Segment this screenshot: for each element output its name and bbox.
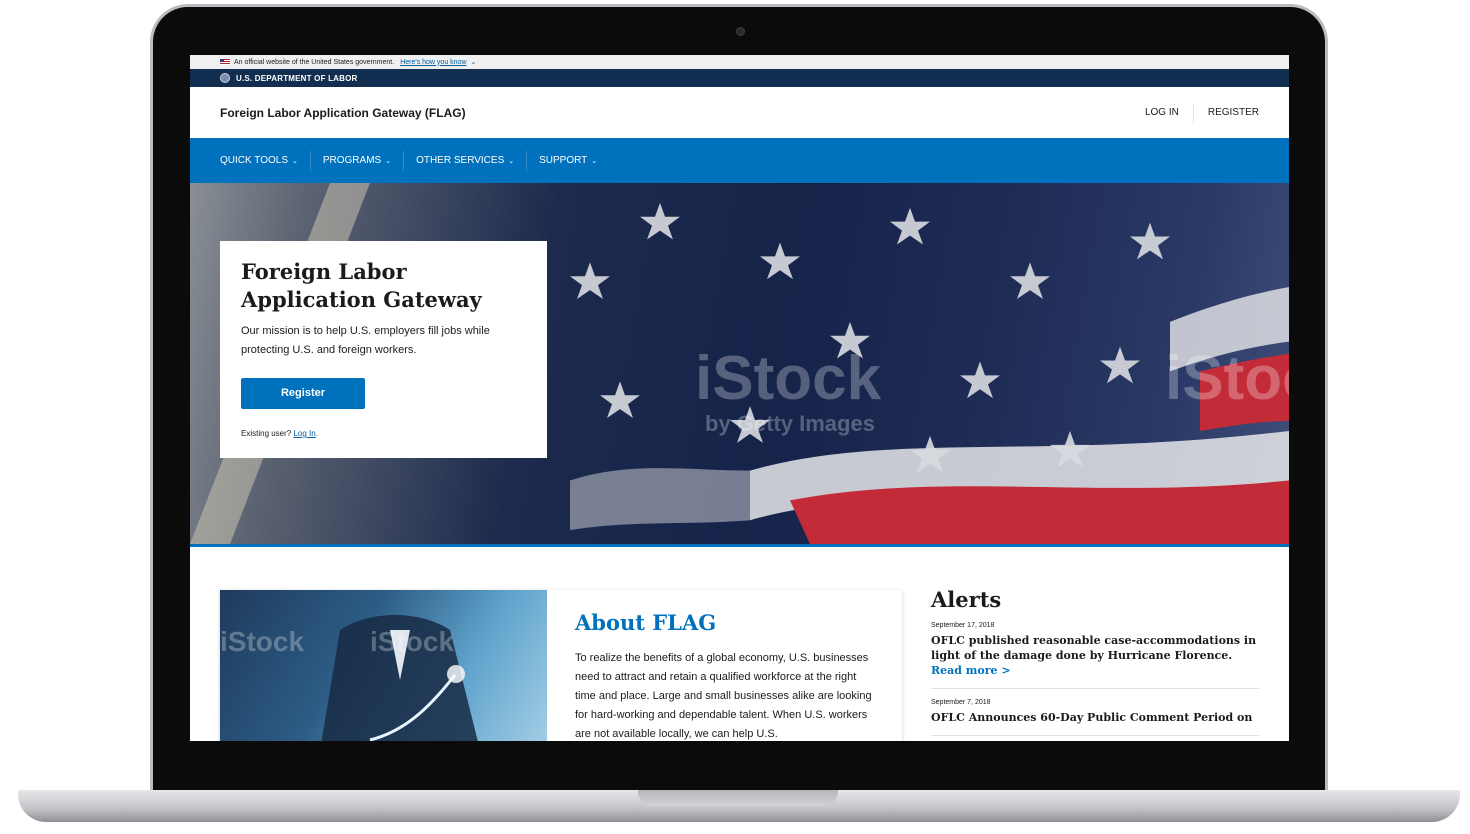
nav-label: QUICK TOOLS [220,155,288,166]
dol-seal-icon [220,73,230,83]
about-image: iStock iStock [220,590,547,741]
gov-banner-text: An official website of the United States… [234,58,395,66]
alert-body: OFLC Announces 60-Day Public Comment Per… [931,711,1253,724]
hero-title: Foreign Labor Application Gateway [241,258,526,314]
existing-user-suffix: . [315,429,318,438]
camera-icon [736,27,745,36]
us-flag-icon [220,59,230,65]
alert-body: OFLC published reasonable case-accommoda… [931,634,1257,662]
main-nav: QUICK TOOLS ⌄ PROGRAMS ⌄ OTHER SERVICES ⌄ S… [190,138,1289,183]
existing-user-prefix: Existing user? [241,429,292,438]
businessman-image [321,615,478,741]
watermark-sub: by Getty Images [705,411,875,436]
agency-bar: U.S. DEPARTMENT OF LABOR [190,69,1289,87]
hero-login-link[interactable]: Log In [293,429,315,438]
nav-label: OTHER SERVICES [416,155,505,166]
chevron-down-icon: ⌄ [508,157,515,165]
about-body: About FLAG To realize the benefits of a … [547,590,902,741]
header-divider [1192,102,1194,123]
main-content: iStock iStock About FLAG To realize the … [190,547,1289,741]
nav-label: PROGRAMS [322,155,382,166]
site-title[interactable]: Foreign Labor Application Gateway (FLAG) [220,106,466,120]
alerts-title: Alerts [931,587,1002,612]
register-button[interactable]: Register [241,378,365,409]
about-text: To realize the benefits of a global econ… [575,652,872,740]
alert-text: OFLC Announces 60-Day Public Comment Per… [931,710,1259,725]
register-link[interactable]: REGISTER [1208,107,1259,118]
nav-quick-tools[interactable]: QUICK TOOLS ⌄ [208,150,311,171]
about-card: iStock iStock About FLAG To realize the … [220,590,902,741]
hero-title-line-2: Application Gateway [241,287,482,312]
alert-item: September 17, 2018 OFLC published reason… [931,612,1259,689]
watermark-brand: iStock [695,344,882,413]
alert-text: OFLC published reasonable case-accommoda… [931,633,1259,678]
site-header: Foreign Labor Application Gateway (FLAG)… [190,87,1289,138]
existing-user-text: Existing user? Log In. [241,429,526,438]
alert-item: September 7, 2018 OFLC Announces 60-Day … [931,689,1259,736]
watermark-brand-2: iStock [1165,344,1289,413]
nav-support[interactable]: SUPPORT ⌄ [527,151,609,171]
gov-banner: An official website of the United States… [190,55,1289,69]
agency-name[interactable]: U.S. DEPARTMENT OF LABOR [236,74,358,83]
nav-other-services[interactable]: OTHER SERVICES ⌄ [404,150,528,171]
nav-label: SUPPORT [539,155,588,166]
alert-date: September 7, 2018 [931,699,991,706]
hero-title-line-1: Foreign Labor [241,259,407,284]
about-watermark-2: iStock [370,626,455,657]
header-links: LOG IN REGISTER [1145,102,1259,123]
nav-programs[interactable]: PROGRAMS ⌄ [311,150,405,171]
hero-banner: iStock by Getty Images iStock Foreign La… [190,183,1289,547]
heres-how-you-know-link[interactable]: Here's how you know [400,59,466,66]
login-link[interactable]: LOG IN [1145,107,1179,118]
laptop-notch [638,790,838,806]
chevron-down-icon: ⌄ [385,157,392,165]
alerts-panel: Alerts September 17, 2018 OFLC published… [931,587,1259,736]
hero-mission-text: Our mission is to help U.S. employers fi… [241,325,490,356]
chevron-down-icon[interactable]: ⌄ [471,58,477,66]
about-watermark: iStock [220,626,305,657]
chevron-down-icon: ⌄ [591,157,598,165]
chevron-down-icon: ⌄ [291,157,298,165]
about-title: About FLAG [575,610,717,635]
alert-date: September 17, 2018 [931,622,995,629]
read-more-link[interactable]: Read more > [931,664,1011,677]
browser-screen: An official website of the United States… [190,55,1289,741]
hero-card: Foreign Labor Application Gateway Our mi… [220,241,547,458]
